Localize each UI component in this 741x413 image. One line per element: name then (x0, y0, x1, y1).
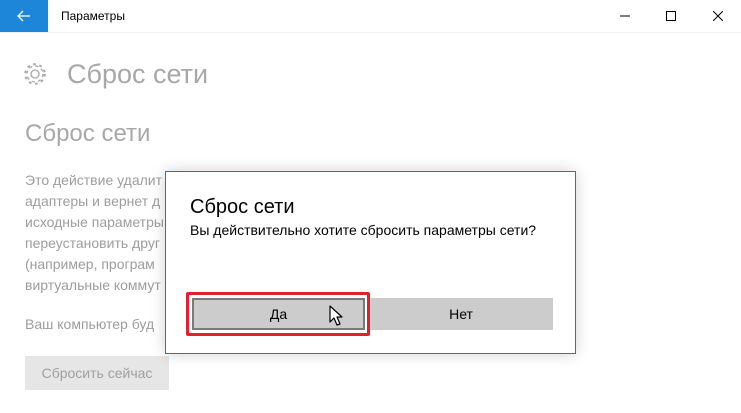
description-line: адаптеры и вернет д (25, 193, 161, 209)
dialog-message: Вы действительно хотите сбросить парамет… (190, 222, 537, 238)
reset-now-button[interactable]: Сбросить сейчас (25, 356, 169, 390)
no-button[interactable]: Нет (369, 298, 553, 330)
description-line: виртуальные коммут (25, 277, 161, 293)
minimize-button[interactable] (602, 0, 648, 32)
gear-icon (24, 63, 46, 85)
description-line: исходные параметры (25, 214, 164, 230)
description-text: Это действие удалит адаптеры и вернет д … (25, 170, 175, 296)
dialog-title: Сброс сети (190, 196, 295, 218)
description-line: (например, програм (25, 256, 155, 272)
description-line: переустановить друг (25, 235, 160, 251)
confirm-dialog: Сброс сети Вы действительно хотите сброс… (165, 171, 576, 354)
page-header: Сброс сети (22, 58, 208, 90)
close-icon (713, 11, 723, 21)
mouse-cursor-icon (329, 305, 343, 326)
section-title: Сброс сети (25, 120, 151, 147)
minimize-icon (620, 15, 630, 17)
back-arrow-icon (17, 10, 30, 22)
close-button[interactable] (695, 0, 741, 32)
maximize-icon (666, 11, 676, 21)
back-button[interactable] (0, 0, 48, 32)
window-title: Параметры (61, 9, 125, 23)
maximize-button[interactable] (648, 0, 694, 32)
page-title: Сброс сети (67, 58, 209, 89)
description-line: Это действие удалит (25, 172, 163, 188)
title-bar: Параметры (0, 0, 741, 33)
restart-note: Ваш компьютер буд (25, 316, 155, 332)
